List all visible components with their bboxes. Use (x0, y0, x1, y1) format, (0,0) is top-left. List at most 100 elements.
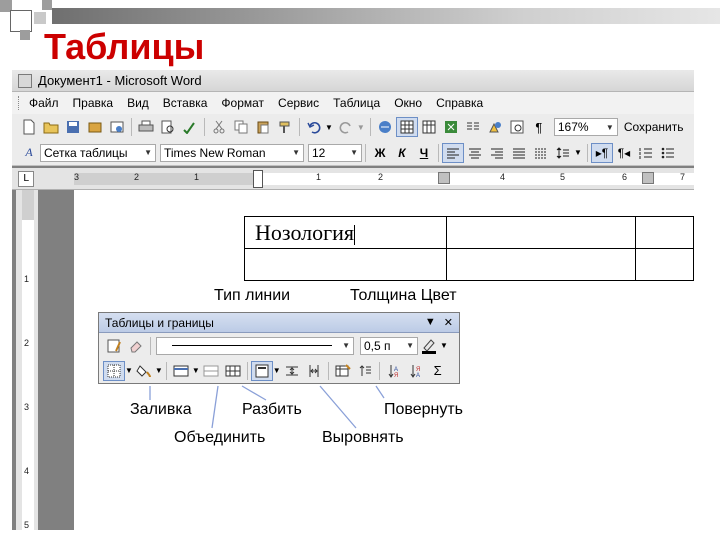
line-weight-combo[interactable]: 0,5 п ▼ (360, 336, 418, 355)
line-spacing-icon[interactable] (552, 143, 574, 163)
print-icon[interactable] (135, 117, 157, 137)
italic-button[interactable]: К (391, 143, 413, 163)
menu-file[interactable]: Файл (29, 96, 59, 110)
toolbar-options-icon[interactable]: ▼ (425, 316, 436, 329)
underline-button[interactable]: Ч (413, 143, 435, 163)
tab-selector[interactable]: L (18, 171, 34, 187)
menu-window[interactable]: Окно (394, 96, 422, 110)
sort-ascending-icon[interactable]: АЯ (383, 361, 405, 381)
save-icon[interactable] (62, 117, 84, 137)
redo-icon[interactable] (335, 117, 357, 137)
eraser-icon[interactable] (125, 336, 147, 356)
autosum-button[interactable]: Σ (427, 361, 449, 381)
new-document-icon[interactable] (18, 117, 40, 137)
menu-table[interactable]: Таблица (333, 96, 380, 110)
open-icon[interactable] (40, 117, 62, 137)
shading-icon[interactable] (133, 361, 155, 381)
distribute-columns-icon[interactable] (303, 361, 325, 381)
toolbar-separator (586, 143, 588, 162)
insert-table-dropdown-icon[interactable]: ▼ (192, 366, 200, 375)
zoom-combo[interactable]: 167% ▼ (553, 118, 618, 136)
shading-dropdown-icon[interactable]: ▼ (155, 366, 163, 375)
table-cell[interactable] (446, 216, 637, 249)
document-table[interactable]: Нозология (243, 216, 694, 281)
style-combo[interactable]: Сетка таблицы ▼ (40, 143, 156, 162)
horizontal-ruler[interactable]: L 3 2 1 1 2 4 5 6 7 (12, 168, 694, 190)
draw-table-icon[interactable] (103, 336, 125, 356)
column-marker[interactable] (438, 172, 450, 184)
align-cell-dropdown-icon[interactable]: ▼ (273, 366, 281, 375)
hyperlink-icon[interactable] (374, 117, 396, 137)
menu-edit[interactable]: Правка (73, 96, 114, 110)
toolbar-title-bar[interactable]: Таблицы и границы ▼ ✕ (99, 313, 459, 333)
autoformat-table-icon[interactable] (332, 361, 354, 381)
menu-insert[interactable]: Вставка (163, 96, 208, 110)
insert-table-icon[interactable] (170, 361, 192, 381)
vertical-ruler[interactable]: 1 2 3 4 5 (16, 190, 38, 530)
line-spacing-dropdown-icon[interactable]: ▼ (574, 148, 582, 157)
line-style-combo[interactable]: ▼ (156, 336, 354, 355)
border-icon[interactable] (103, 360, 125, 381)
border-color-icon[interactable] (418, 336, 440, 356)
ruler-number: 1 (24, 274, 30, 284)
toolbar-separator (327, 361, 329, 380)
bullets-icon[interactable] (657, 143, 679, 163)
border-dropdown-icon[interactable]: ▼ (125, 366, 133, 375)
format-painter-icon[interactable] (274, 117, 296, 137)
menu-tools[interactable]: Сервис (278, 96, 319, 110)
zoom-value: 167% (557, 120, 589, 134)
bold-button[interactable]: Ж (369, 143, 391, 163)
close-icon[interactable]: ✕ (444, 316, 453, 329)
menu-view[interactable]: Вид (127, 96, 149, 110)
spelling-icon[interactable] (179, 117, 201, 137)
distribute-icon[interactable] (530, 143, 552, 163)
email-icon[interactable] (106, 117, 128, 137)
table-cell[interactable]: Нозология (243, 216, 448, 249)
table-cell[interactable] (635, 216, 694, 249)
undo-icon[interactable] (303, 117, 325, 137)
print-preview-icon[interactable] (157, 117, 179, 137)
text-direction-icon[interactable] (354, 361, 376, 381)
align-right-icon[interactable] (486, 143, 508, 163)
cut-icon[interactable] (208, 117, 230, 137)
align-cell-icon[interactable] (250, 360, 273, 381)
copy-icon[interactable] (230, 117, 252, 137)
columns-icon[interactable] (462, 117, 484, 137)
split-cells-icon[interactable] (222, 361, 244, 381)
rtl-icon[interactable]: ¶◂ (613, 143, 635, 163)
merge-cells-icon[interactable] (200, 361, 222, 381)
border-color-dropdown-icon[interactable]: ▼ (440, 341, 448, 350)
annotation-align: Выровнять (322, 429, 404, 446)
menu-format[interactable]: Формат (221, 96, 264, 110)
sort-descending-icon[interactable]: ЯА (405, 361, 427, 381)
drawing-icon[interactable] (484, 117, 506, 137)
insert-excel-icon[interactable] (440, 117, 462, 137)
font-combo[interactable]: Times New Roman ▼ (160, 143, 304, 162)
ruler-number: 3 (24, 402, 30, 412)
redo-dropdown-icon[interactable]: ▼ (357, 123, 365, 132)
indent-marker[interactable] (253, 170, 263, 188)
show-formatting-icon[interactable]: ¶ (528, 117, 550, 137)
line-weight-dropdown-icon: ▼ (406, 341, 414, 350)
document-map-icon[interactable] (506, 117, 528, 137)
insert-table-icon[interactable] (418, 117, 440, 137)
table-cell[interactable] (635, 248, 694, 281)
distribute-rows-icon[interactable] (281, 361, 303, 381)
size-combo[interactable]: 12 ▼ (308, 143, 362, 162)
toolbar-grip[interactable] (18, 96, 21, 110)
styles-icon[interactable]: A (18, 143, 40, 163)
table-cell[interactable] (446, 248, 637, 281)
align-left-icon[interactable] (442, 142, 464, 163)
justify-icon[interactable] (508, 143, 530, 163)
table-cell[interactable] (243, 248, 448, 281)
align-center-icon[interactable] (464, 143, 486, 163)
column-marker[interactable] (642, 172, 654, 184)
save-label[interactable]: Сохранить (624, 120, 684, 134)
paste-icon[interactable] (252, 117, 274, 137)
ltr-icon[interactable]: ▸¶ (590, 142, 613, 163)
numbering-icon[interactable] (635, 143, 657, 163)
tables-and-borders-icon[interactable] (395, 117, 418, 137)
menu-help[interactable]: Справка (436, 96, 483, 110)
undo-dropdown-icon[interactable]: ▼ (325, 123, 333, 132)
permission-icon[interactable] (84, 117, 106, 137)
